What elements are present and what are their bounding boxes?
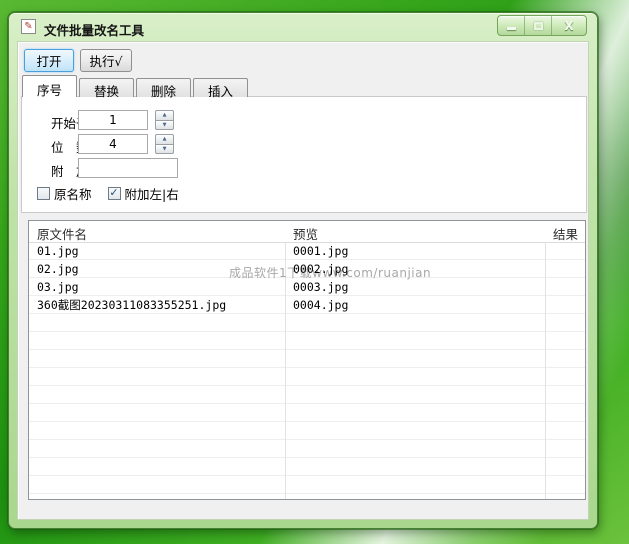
open-button[interactable]: 打开	[24, 49, 74, 72]
serial-tab-panel: 开始于 ▲ ▼ 位 数 ▲ ▼ 附 加	[21, 96, 587, 213]
check-icon: ✓	[109, 187, 118, 198]
tab-serial-number[interactable]: 序号	[22, 75, 77, 97]
cell-preview: 0004.jpg	[285, 296, 545, 314]
execute-button[interactable]: 执行√	[80, 49, 132, 72]
original-name-label: 原名称	[54, 184, 92, 203]
cell-result	[545, 278, 585, 296]
column-header-preview[interactable]: 预览	[285, 221, 545, 242]
spin-up-icon[interactable]: ▲	[155, 110, 174, 121]
minimize-button[interactable]	[498, 16, 525, 35]
table-body: 成品软件1下载www.com/ruanjian 01.jpg 0001.jpg …	[29, 242, 585, 499]
table-row[interactable]: 01.jpg 0001.jpg	[29, 242, 585, 260]
close-icon: X	[564, 20, 573, 32]
table-row[interactable]: 360截图20230311083355251.jpg 0004.jpg	[29, 296, 585, 314]
app-icon: ✎	[21, 19, 36, 34]
cell-result	[545, 242, 585, 260]
title-bar[interactable]: ✎ 文件批量改名工具 X	[9, 13, 597, 41]
start-at-input[interactable]	[78, 110, 148, 130]
close-button[interactable]: X	[552, 16, 586, 35]
digits-input[interactable]	[78, 134, 148, 154]
table-header: 原文件名 预览 结果	[29, 221, 585, 243]
table-row[interactable]: 02.jpg 0002.jpg	[29, 260, 585, 278]
table-row[interactable]: 03.jpg 0003.jpg	[29, 278, 585, 296]
cell-preview: 0002.jpg	[285, 260, 545, 278]
cell-original-name: 03.jpg	[29, 278, 285, 296]
cell-preview: 0001.jpg	[285, 242, 545, 260]
app-window: ✎ 文件批量改名工具 X 打开 执行√ 序号 替换 删除 插	[8, 12, 598, 529]
maximize-button[interactable]	[525, 16, 552, 35]
append-side-label: 附加左|右	[125, 184, 179, 203]
client-area: 打开 执行√ 序号 替换 删除 插入 开始于 ▲ ▼ 位 数	[17, 41, 589, 520]
tab-bar: 序号 替换 删除 插入	[22, 75, 250, 97]
desktop-background: ✎ 文件批量改名工具 X 打开 执行√ 序号 替换 删除 插	[0, 0, 629, 544]
cell-result	[545, 260, 585, 278]
append-input[interactable]	[78, 158, 178, 178]
spin-down-icon[interactable]: ▼	[155, 120, 174, 131]
spin-up-icon[interactable]: ▲	[155, 134, 174, 145]
minimize-icon	[507, 27, 516, 30]
maximize-icon	[534, 22, 543, 30]
digits-row: 位 数 ▲ ▼	[22, 134, 586, 154]
cell-original-name: 01.jpg	[29, 242, 285, 260]
tab-delete[interactable]: 删除	[136, 78, 191, 97]
cell-original-name: 02.jpg	[29, 260, 285, 278]
start-at-spinner: ▲ ▼	[155, 110, 174, 130]
window-title: 文件批量改名工具	[44, 20, 144, 39]
window-controls: X	[497, 15, 587, 36]
file-table: 原文件名 预览 结果 成品软件1下载www.com/ruanjian 01.jp…	[28, 220, 586, 500]
checkbox-row: 原名称 ✓ 附加左|右	[37, 184, 195, 203]
append-row: 附 加	[22, 158, 586, 178]
column-header-original-name[interactable]: 原文件名	[29, 221, 285, 242]
append-side-checkbox[interactable]: ✓	[108, 187, 121, 200]
cell-preview: 0003.jpg	[285, 278, 545, 296]
cell-result	[545, 296, 585, 314]
original-name-checkbox[interactable]	[37, 187, 50, 200]
tab-insert[interactable]: 插入	[193, 78, 248, 97]
digits-spinner: ▲ ▼	[155, 134, 174, 154]
cell-original-name: 360截图20230311083355251.jpg	[29, 296, 285, 314]
column-header-result[interactable]: 结果	[545, 221, 585, 242]
tab-replace[interactable]: 替换	[79, 78, 134, 97]
spin-down-icon[interactable]: ▼	[155, 144, 174, 155]
start-at-row: 开始于 ▲ ▼	[22, 110, 586, 130]
